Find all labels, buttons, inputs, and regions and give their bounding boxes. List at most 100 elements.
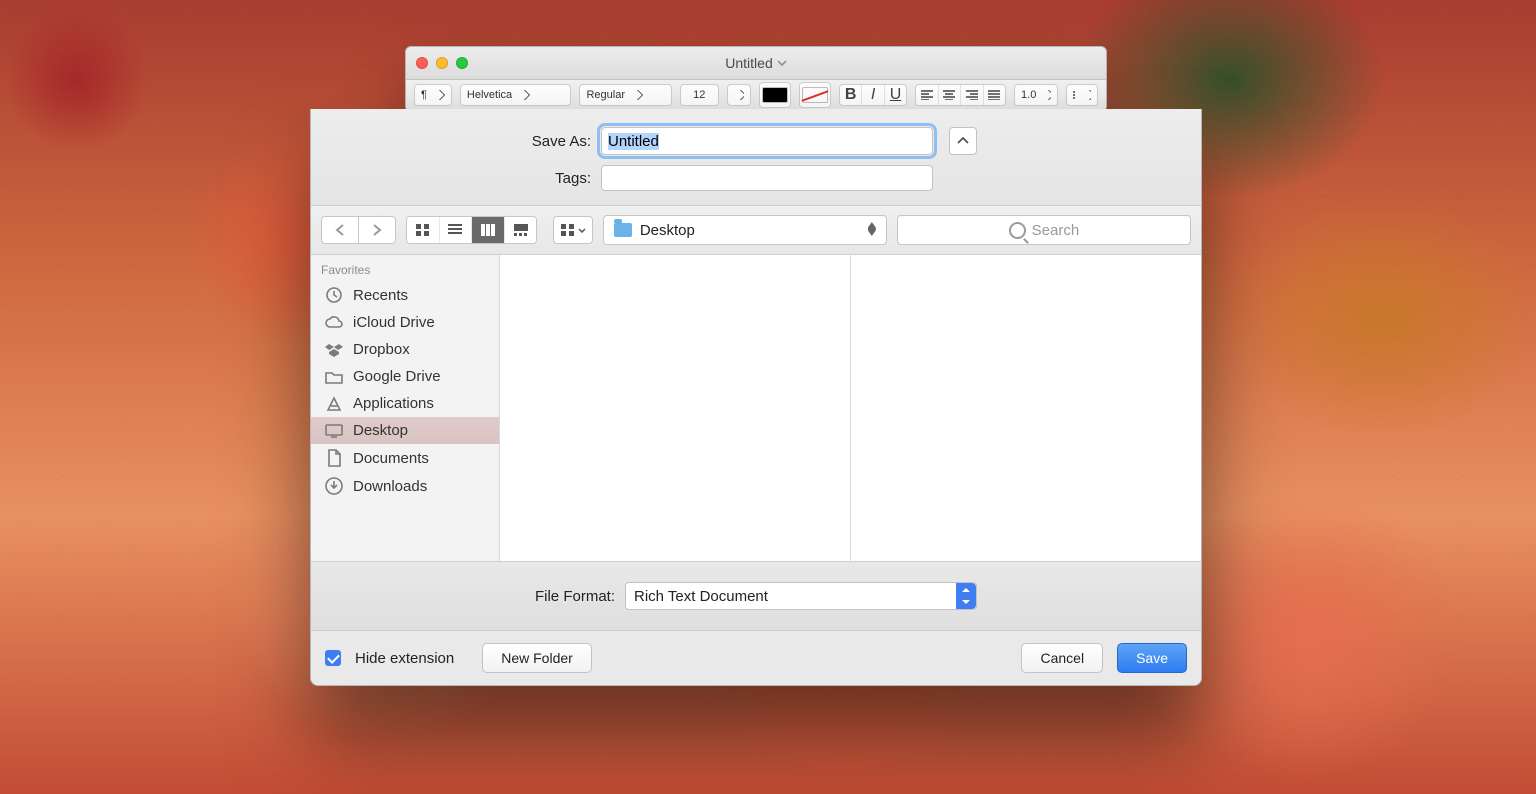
window-title: Untitled bbox=[406, 55, 1106, 71]
tags-input[interactable] bbox=[601, 165, 933, 191]
list-view-button[interactable] bbox=[440, 217, 473, 243]
list-style-popup[interactable] bbox=[1066, 84, 1098, 106]
new-folder-button[interactable]: New Folder bbox=[482, 643, 592, 673]
sidebar-item-label: Downloads bbox=[353, 478, 427, 495]
line-spacing-popup[interactable]: 1.0 bbox=[1014, 84, 1058, 106]
font-style-popup[interactable]: Regular bbox=[579, 84, 671, 106]
highlight-color-button[interactable] bbox=[799, 82, 831, 108]
sidebar-item-dropbox[interactable]: Dropbox bbox=[311, 336, 499, 363]
forward-button[interactable] bbox=[359, 216, 396, 244]
search-field[interactable]: Search bbox=[897, 215, 1191, 245]
text-color-swatch bbox=[762, 87, 788, 103]
align-left-button[interactable] bbox=[916, 85, 938, 105]
save-label: Save bbox=[1136, 650, 1168, 666]
sidebar-section-favorites: Favorites bbox=[311, 255, 499, 281]
chevron-up-icon bbox=[957, 137, 969, 145]
file-format-label: File Format: bbox=[535, 588, 615, 605]
paragraph-style-popup[interactable]: ¶ bbox=[414, 84, 452, 106]
view-mode-group bbox=[406, 216, 537, 244]
format-toolbar: ¶ Helvetica Regular 12 B I U 1.0 bbox=[406, 80, 1106, 111]
sidebar-item-applications[interactable]: Applications bbox=[311, 390, 499, 417]
text-color-button[interactable] bbox=[759, 82, 791, 108]
textedit-window: Untitled ¶ Helvetica Regular 12 B I U 1.… bbox=[405, 46, 1107, 112]
sidebar-item-label: Documents bbox=[353, 450, 429, 467]
dialog-footer: Hide extension New Folder Cancel Save bbox=[311, 631, 1201, 685]
italic-button[interactable]: I bbox=[862, 85, 884, 105]
chevron-down-icon[interactable] bbox=[777, 60, 787, 66]
align-justify-button[interactable] bbox=[984, 85, 1005, 105]
collapse-button[interactable] bbox=[949, 127, 977, 155]
browser-toolbar: Desktop Search bbox=[311, 206, 1201, 255]
cancel-button[interactable]: Cancel bbox=[1021, 643, 1103, 673]
hide-extension-label[interactable]: Hide extension bbox=[355, 650, 454, 667]
font-style-value: Regular bbox=[586, 89, 625, 101]
sidebar-item-recents[interactable]: Recents bbox=[311, 281, 499, 309]
select-arrows-icon bbox=[956, 583, 976, 609]
bold-button[interactable]: B bbox=[840, 85, 862, 105]
column-1[interactable] bbox=[500, 255, 851, 561]
applications-icon bbox=[325, 396, 343, 412]
sidebar-item-label: Desktop bbox=[353, 422, 408, 439]
chevron-down-icon bbox=[578, 228, 586, 233]
align-right-button[interactable] bbox=[961, 85, 983, 105]
file-format-bar: File Format: Rich Text Document bbox=[311, 562, 1201, 631]
location-label: Desktop bbox=[640, 222, 695, 239]
new-folder-label: New Folder bbox=[501, 650, 573, 666]
gallery-icon bbox=[514, 224, 528, 236]
save-button[interactable]: Save bbox=[1117, 643, 1187, 673]
hide-extension-checkbox[interactable] bbox=[325, 650, 341, 666]
gallery-view-button[interactable] bbox=[505, 217, 537, 243]
filename-input[interactable] bbox=[601, 127, 933, 155]
search-icon bbox=[1009, 222, 1026, 239]
font-size-field[interactable]: 12 bbox=[680, 84, 719, 106]
column-2[interactable] bbox=[851, 255, 1201, 561]
sidebar-item-documents[interactable]: Documents bbox=[311, 444, 499, 472]
desktop-icon bbox=[325, 424, 343, 438]
dropbox-icon bbox=[325, 342, 343, 358]
documents-icon bbox=[325, 449, 343, 467]
underline-button[interactable]: U bbox=[885, 85, 906, 105]
align-center-button[interactable] bbox=[939, 85, 961, 105]
sidebar-item-label: Dropbox bbox=[353, 341, 410, 358]
line-spacing-value: 1.0 bbox=[1021, 89, 1036, 101]
sidebar-item-downloads[interactable]: Downloads bbox=[311, 472, 499, 500]
sidebar: Favorites Recents iCloud Drive Dropbox Goog… bbox=[311, 255, 500, 561]
file-format-value: Rich Text Document bbox=[634, 588, 768, 605]
sidebar-item-label: Applications bbox=[353, 395, 434, 412]
window-title-text: Untitled bbox=[725, 55, 772, 71]
sidebar-item-google-drive[interactable]: Google Drive bbox=[311, 363, 499, 390]
folder-icon bbox=[614, 223, 632, 237]
titlebar: Untitled bbox=[406, 47, 1106, 80]
group-by-popup[interactable] bbox=[553, 216, 593, 244]
save-dialog: Save As: Tags: Desk bbox=[310, 109, 1202, 686]
save-as-label: Save As: bbox=[331, 133, 591, 150]
column-view-button[interactable] bbox=[472, 217, 505, 243]
icon-view-button[interactable] bbox=[407, 217, 440, 243]
tags-label: Tags: bbox=[331, 170, 591, 187]
file-format-popup[interactable]: Rich Text Document bbox=[625, 582, 977, 610]
font-size-stepper[interactable] bbox=[727, 84, 751, 106]
save-dialog-header: Save As: Tags: bbox=[311, 109, 1201, 206]
sidebar-item-label: Recents bbox=[353, 287, 408, 304]
location-popup[interactable]: Desktop bbox=[603, 215, 887, 245]
search-placeholder: Search bbox=[1032, 222, 1080, 239]
grid-icon bbox=[416, 224, 430, 236]
highlight-none-swatch bbox=[802, 87, 828, 103]
alignment-group bbox=[915, 84, 1006, 106]
text-style-group: B I U bbox=[839, 84, 907, 106]
cloud-icon bbox=[325, 316, 343, 330]
font-family-popup[interactable]: Helvetica bbox=[460, 84, 572, 106]
chevron-right-icon bbox=[372, 224, 382, 236]
recents-icon bbox=[325, 286, 343, 304]
columns-icon bbox=[481, 224, 495, 236]
back-button[interactable] bbox=[321, 216, 359, 244]
sidebar-item-icloud-drive[interactable]: iCloud Drive bbox=[311, 309, 499, 336]
sidebar-item-desktop[interactable]: Desktop bbox=[311, 417, 499, 444]
file-browser: Favorites Recents iCloud Drive Dropbox Goog… bbox=[311, 255, 1201, 562]
downloads-icon bbox=[325, 477, 343, 495]
font-size-value: 12 bbox=[693, 89, 705, 101]
chevron-left-icon bbox=[335, 224, 345, 236]
cancel-label: Cancel bbox=[1040, 650, 1084, 666]
list-icon bbox=[448, 224, 462, 236]
sidebar-item-label: Google Drive bbox=[353, 368, 441, 385]
